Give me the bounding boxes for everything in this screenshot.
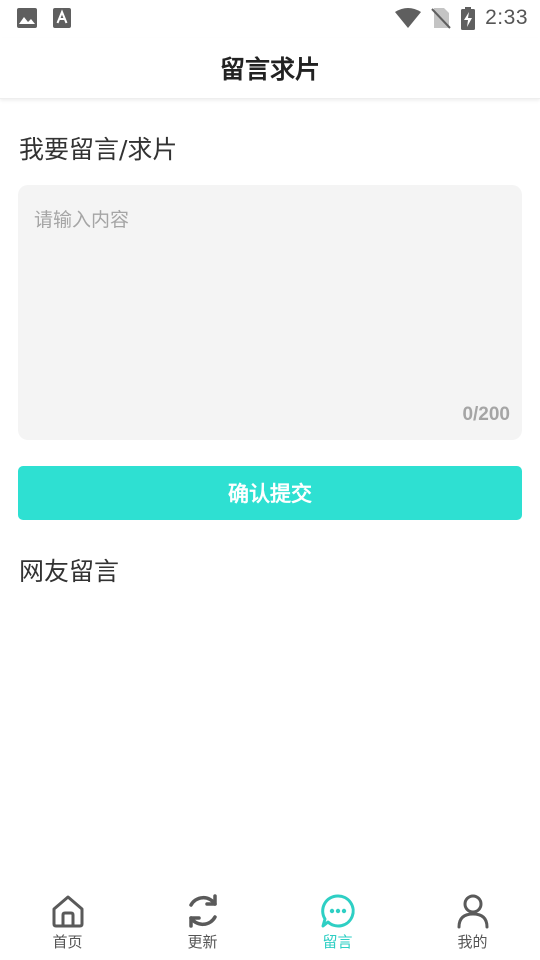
nav-label-update: 更新 xyxy=(187,933,218,951)
nav-label-home: 首页 xyxy=(52,933,83,951)
nav-label-message: 留言 xyxy=(322,933,353,951)
page-title: 留言求片 xyxy=(219,55,320,84)
status-bar: 2:33 xyxy=(0,0,540,36)
image-icon xyxy=(17,8,37,28)
title-bar: 留言求片 xyxy=(0,38,540,99)
comments-section-title: 网友留言 xyxy=(19,557,120,586)
user-icon xyxy=(455,892,491,930)
no-sim-icon xyxy=(431,8,451,29)
refresh-icon xyxy=(184,892,222,930)
nav-item-update[interactable]: 更新 xyxy=(135,880,270,960)
nav-item-home[interactable]: 首页 xyxy=(0,880,135,960)
bottom-nav: 首页 更新 留言 我的 xyxy=(0,880,540,960)
nav-item-message[interactable]: 留言 xyxy=(270,880,405,960)
nav-item-mine[interactable]: 我的 xyxy=(405,880,540,960)
chat-bubble-icon xyxy=(320,892,356,930)
message-input[interactable] xyxy=(18,185,522,440)
submit-button[interactable]: 确认提交 xyxy=(18,466,522,520)
wifi-icon xyxy=(395,8,422,28)
battery-charging-icon xyxy=(461,6,476,30)
message-input-container: 0/200 xyxy=(18,185,522,440)
home-icon xyxy=(50,892,86,930)
char-counter: 0/200 xyxy=(462,404,510,425)
a-text-icon xyxy=(53,8,71,28)
nav-label-mine: 我的 xyxy=(457,933,488,951)
status-left-icons xyxy=(17,8,71,28)
status-time: 2:33 xyxy=(485,6,528,29)
form-section-title: 我要留言/求片 xyxy=(19,135,178,164)
status-right-icons: 2:33 xyxy=(395,6,528,30)
